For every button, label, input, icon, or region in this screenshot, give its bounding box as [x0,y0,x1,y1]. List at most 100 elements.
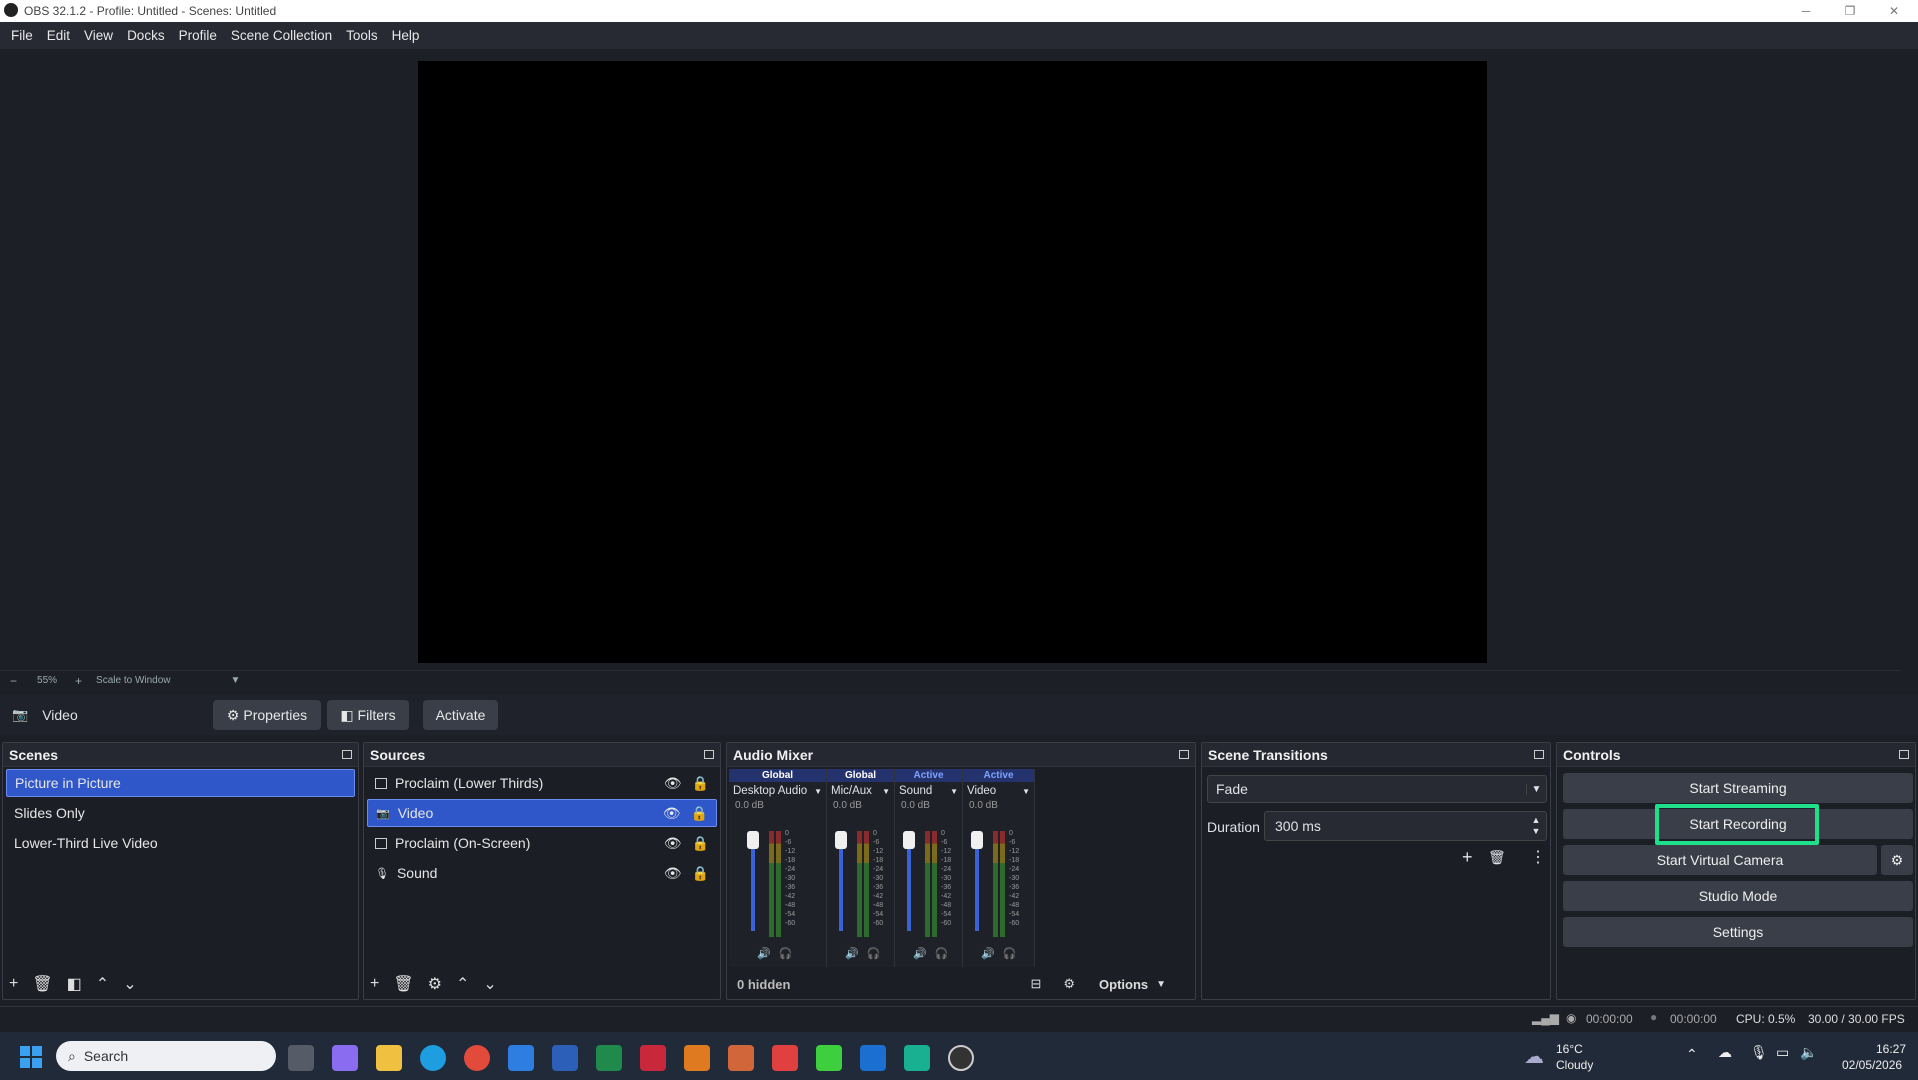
restore-button[interactable]: ❐ [1828,0,1872,22]
menu-tools[interactable]: Tools [339,28,385,43]
add-icon[interactable]: + [1462,847,1473,868]
channel-name-row[interactable]: Desktop Audio ▼ [729,782,826,800]
fader-handle[interactable] [835,831,847,849]
scene-item[interactable]: Slides Only [6,799,355,827]
close-button[interactable]: ✕ [1872,0,1916,22]
undock-icon[interactable] [704,750,714,759]
eye-icon[interactable]: 👁 [664,865,682,882]
undock-icon[interactable] [342,750,352,759]
zoom-app-icon[interactable] [508,1045,534,1071]
start-icon[interactable] [20,1046,42,1068]
app-teal-icon[interactable] [904,1045,930,1071]
lock-icon[interactable]: 🔒 [692,865,709,882]
speaker-icon[interactable]: 🔊 [913,947,927,960]
chevron-down-icon[interactable]: ▼ [1156,979,1166,990]
scene-item[interactable]: Lower-Third Live Video [6,829,355,857]
chevron-down-icon[interactable]: ▼ [1022,787,1030,796]
fader-handle[interactable] [971,831,983,849]
volume-fader[interactable] [835,831,847,931]
source-item[interactable]: 📷 Video 👁 🔒 [367,799,717,827]
properties-button[interactable]: ⚙ Properties [213,700,321,730]
app-green-icon[interactable] [816,1045,842,1071]
word-icon[interactable] [552,1045,578,1071]
copilot-icon[interactable] [332,1045,358,1071]
source-item[interactable]: 🎙 Sound 👁 🔒 [367,859,717,887]
speaker-icon[interactable]: 🔊 [757,947,771,960]
channel-name-row[interactable]: Video ▼ [963,782,1034,800]
app-red-icon[interactable] [640,1045,666,1071]
chevron-down-icon[interactable]: ⌄ [123,974,136,994]
fader-handle[interactable] [747,831,759,849]
start-streaming-button[interactable]: Start Streaming [1563,773,1913,803]
settings-button[interactable]: Settings [1563,917,1913,947]
chevron-down-icon[interactable]: ▼ [814,787,822,796]
lock-icon[interactable]: 🔒 [691,805,708,822]
taskbar-search[interactable]: ⌕ Search [56,1041,276,1071]
eye-icon[interactable]: 👁 [664,775,682,792]
volume-icon[interactable]: 🔈 [1800,1044,1817,1061]
menu-file[interactable]: File [4,28,40,43]
todoist-icon[interactable] [772,1045,798,1071]
activate-button[interactable]: Activate [423,700,498,730]
menu-docks[interactable]: Docks [120,28,172,43]
scale-mode-select[interactable]: Scale to Window [96,675,170,686]
app-orange-icon[interactable] [684,1045,710,1071]
task-view-icon[interactable] [288,1045,314,1071]
chevron-down-icon[interactable]: ⌄ [483,974,496,994]
transition-select[interactable]: Fade ▼ [1207,775,1547,803]
fader-handle[interactable] [903,831,915,849]
chevron-down-icon[interactable]: ▼ [882,787,890,796]
app-blue-icon[interactable] [860,1045,886,1071]
network-icon[interactable]: ▭ [1776,1044,1789,1061]
advanced-audio-icon[interactable]: ⚙ [1063,976,1075,992]
hidden-count[interactable]: 0 hidden [737,977,790,992]
zoom-in-button[interactable]: + [75,674,82,688]
minimize-button[interactable]: ─ [1784,0,1828,22]
zoom-out-button[interactable]: − [10,674,17,688]
volume-fader[interactable] [903,831,915,931]
volume-fader[interactable] [747,831,759,931]
filter-icon[interactable]: ◧ [67,974,82,994]
virtual-camera-gear-icon[interactable]: ⚙ [1881,845,1913,875]
stepper-icon[interactable]: ▲ ▼ [1526,815,1546,837]
chevron-up-icon[interactable]: ⌃ [96,974,109,994]
preview-canvas[interactable] [418,61,1487,663]
trash-icon[interactable]: 🗑 [393,974,413,994]
menu-help[interactable]: Help [385,28,427,43]
trash-icon[interactable]: 🗑 [32,974,52,994]
add-icon[interactable]: + [9,975,18,993]
source-item[interactable]: Proclaim (Lower Thirds) 👁 🔒 [367,769,717,797]
menu-view[interactable]: View [77,28,120,43]
eye-icon[interactable]: 👁 [664,835,682,852]
app-stripes-icon[interactable] [728,1045,754,1071]
menu-edit[interactable]: Edit [40,28,77,43]
file-explorer-icon[interactable] [376,1045,402,1071]
undock-icon[interactable] [1534,750,1544,759]
menu-scene-collection[interactable]: Scene Collection [224,28,339,43]
speaker-icon[interactable]: 🔊 [981,947,995,960]
obs-taskbar-icon[interactable] [948,1045,974,1071]
options-button[interactable]: Options [1099,977,1148,992]
lock-icon[interactable]: 🔒 [692,775,709,792]
studio-mode-button[interactable]: Studio Mode [1563,881,1913,911]
edge-icon[interactable] [420,1045,446,1071]
excel-icon[interactable] [596,1045,622,1071]
menu-profile[interactable]: Profile [172,28,224,43]
channel-name-row[interactable]: Sound ▼ [895,782,962,800]
clock-date[interactable]: 02/05/2026 [1842,1058,1902,1072]
headphones-icon[interactable]: 🎧 [1003,947,1017,960]
layout-icon[interactable]: ⊟ [1030,976,1041,992]
tray-chevron-icon[interactable]: ⌃ [1686,1046,1698,1063]
start-virtual-camera-button[interactable]: Start Virtual Camera [1563,845,1877,875]
microphone-icon[interactable]: 🎙 [1750,1044,1768,1061]
chrome-icon[interactable] [464,1045,490,1071]
gear-icon[interactable]: ⚙ [428,974,442,994]
filters-button[interactable]: ◧ Filters [327,700,409,730]
chevron-down-icon[interactable]: ▼ [231,675,241,686]
lock-icon[interactable]: 🔒 [692,835,709,852]
scene-item[interactable]: Picture in Picture [6,769,355,797]
channel-name-row[interactable]: Mic/Aux ▼ [827,782,894,800]
speaker-icon[interactable]: 🔊 [845,947,859,960]
undock-icon[interactable] [1899,750,1909,759]
more-icon[interactable]: ⋮ [1530,847,1546,867]
